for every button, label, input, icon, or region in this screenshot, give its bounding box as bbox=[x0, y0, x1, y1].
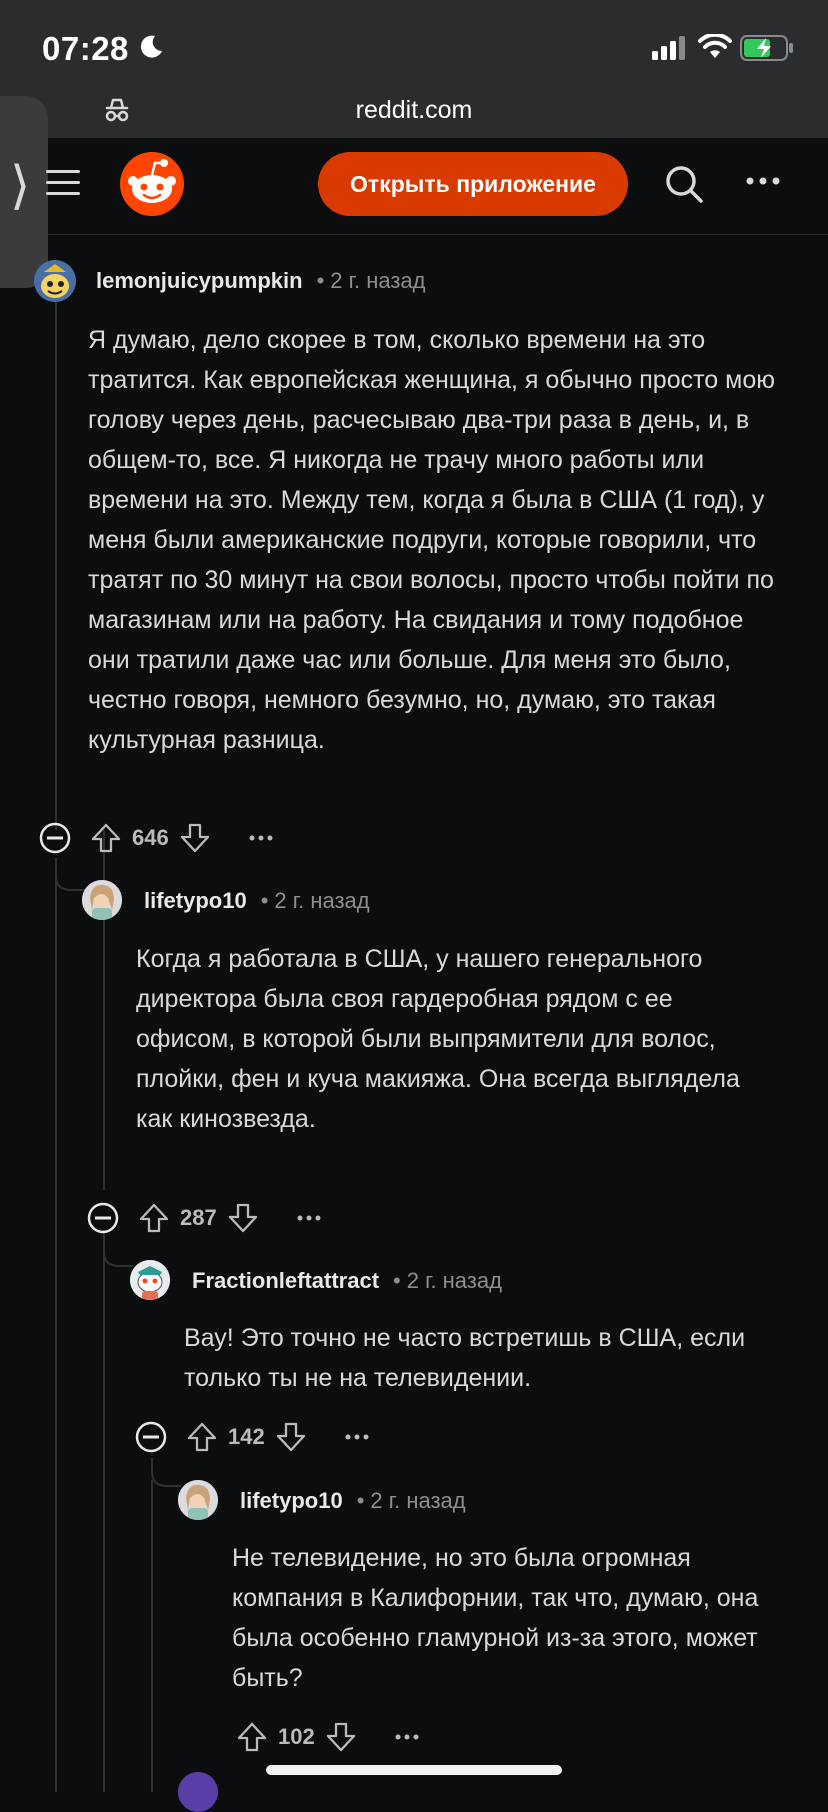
upvote-icon[interactable] bbox=[90, 822, 122, 854]
thread-line[interactable] bbox=[55, 290, 57, 830]
user-avatar-icon bbox=[34, 260, 76, 302]
downvote-icon[interactable] bbox=[325, 1721, 357, 1753]
username-link[interactable]: lifetypo10 bbox=[144, 888, 247, 913]
username-link[interactable]: lifetypo10 bbox=[240, 1488, 343, 1513]
comment-body: Не телевидение, но это была огромная ком… bbox=[232, 1538, 802, 1698]
separator-dot: • bbox=[356, 1488, 365, 1513]
comment-text: Вау! Это точно не часто встретишь в США,… bbox=[184, 1324, 746, 1392]
separator-dot: • bbox=[393, 1268, 401, 1293]
more-options-icon[interactable] bbox=[395, 1733, 419, 1741]
more-options-icon[interactable] bbox=[297, 1214, 321, 1222]
comment-text: Я думаю, дело скорее в том, сколько врем… bbox=[88, 326, 775, 754]
thread-line[interactable] bbox=[103, 1230, 105, 1792]
avatar[interactable] bbox=[82, 880, 122, 920]
upvote-icon[interactable] bbox=[186, 1421, 218, 1453]
downvote-icon[interactable] bbox=[275, 1421, 307, 1453]
search-icon[interactable] bbox=[664, 164, 704, 204]
comment-body: Я думаю, дело скорее в том, сколько врем… bbox=[88, 320, 788, 760]
comment-actions: 102 bbox=[236, 1717, 419, 1757]
more-options-icon[interactable] bbox=[345, 1433, 369, 1441]
username-link[interactable]: lemonjuicypumpkin bbox=[96, 268, 303, 293]
vote-score: 646 bbox=[132, 825, 169, 850]
comment-author-line: lemonjuicypumpkin • 2 г. назад bbox=[96, 268, 426, 294]
upvote-icon[interactable] bbox=[138, 1202, 170, 1234]
comment-age: 2 г. назад bbox=[330, 268, 426, 293]
user-avatar-icon bbox=[130, 1260, 170, 1300]
comment-author-line: Fractionleftattract • 2 г. назад bbox=[192, 1268, 502, 1294]
username-link[interactable]: Fractionleftattract bbox=[192, 1268, 379, 1293]
thread-line[interactable] bbox=[151, 1480, 153, 1792]
thread-line[interactable] bbox=[55, 858, 57, 1792]
comment-body: Когда я работала в США, у нашего генерал… bbox=[136, 939, 776, 1139]
open-app-button[interactable]: Открыть приложение bbox=[318, 152, 628, 216]
comment-text: Когда я работала в США, у нашего генерал… bbox=[136, 945, 740, 1133]
vote-score: 102 bbox=[278, 1724, 315, 1749]
comment-actions: 142 bbox=[134, 1417, 369, 1457]
more-options-icon[interactable] bbox=[745, 176, 781, 186]
comment-author-line: lifetypo10 • 2 г. назад bbox=[240, 1488, 466, 1514]
separator-dot: • bbox=[316, 268, 325, 293]
moon-icon bbox=[140, 35, 162, 58]
comment-age: 2 г. назад bbox=[370, 1488, 466, 1513]
comment-age: 2 г. назад bbox=[406, 1268, 502, 1293]
avatar[interactable] bbox=[34, 260, 76, 302]
chevron-right-icon[interactable]: ⟩ bbox=[10, 160, 30, 212]
separator-dot: • bbox=[260, 888, 269, 913]
wifi-icon bbox=[698, 34, 732, 58]
collapse-icon[interactable] bbox=[38, 821, 72, 855]
status-time: 07:28 bbox=[42, 30, 129, 67]
avatar[interactable] bbox=[130, 1260, 170, 1300]
collapse-icon[interactable] bbox=[134, 1420, 168, 1454]
vote-score: 287 bbox=[180, 1205, 217, 1230]
vote-score: 142 bbox=[228, 1424, 265, 1449]
collapse-icon[interactable] bbox=[86, 1201, 120, 1235]
battery-icon bbox=[740, 35, 793, 61]
signal-icon bbox=[652, 36, 685, 60]
avatar[interactable] bbox=[178, 1480, 218, 1520]
user-avatar-icon bbox=[82, 880, 122, 920]
comment-text: Не телевидение, но это была огромная ком… bbox=[232, 1544, 759, 1692]
downvote-icon[interactable] bbox=[227, 1202, 259, 1234]
avatar[interactable] bbox=[178, 1772, 218, 1812]
downvote-icon[interactable] bbox=[179, 822, 211, 854]
status-bar: 07:28 bbox=[0, 0, 828, 92]
hamburger-menu-icon[interactable] bbox=[46, 168, 82, 198]
url-text[interactable]: reddit.com bbox=[0, 96, 828, 125]
reddit-logo[interactable] bbox=[119, 151, 185, 217]
comment-age: 2 г. назад bbox=[274, 888, 370, 913]
comment-actions: 646 bbox=[38, 818, 273, 858]
upvote-icon[interactable] bbox=[236, 1721, 268, 1753]
comment-author-line: lifetypo10 • 2 г. назад bbox=[144, 888, 370, 914]
comment-body: Вау! Это точно не часто встретишь в США,… bbox=[184, 1318, 784, 1398]
home-indicator[interactable] bbox=[266, 1765, 562, 1775]
comment-actions: 287 bbox=[86, 1198, 321, 1238]
more-options-icon[interactable] bbox=[249, 834, 273, 842]
user-avatar-icon bbox=[178, 1480, 218, 1520]
